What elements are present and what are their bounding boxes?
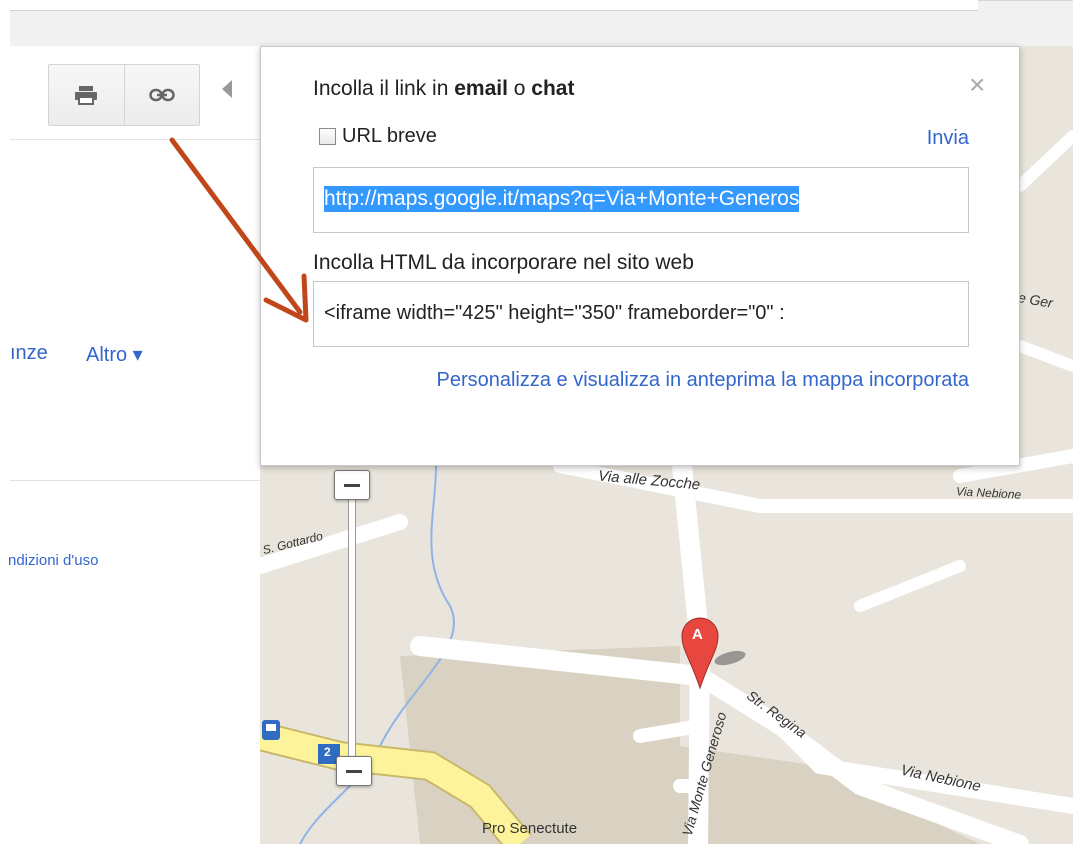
annotation-arrow	[169, 137, 309, 323]
